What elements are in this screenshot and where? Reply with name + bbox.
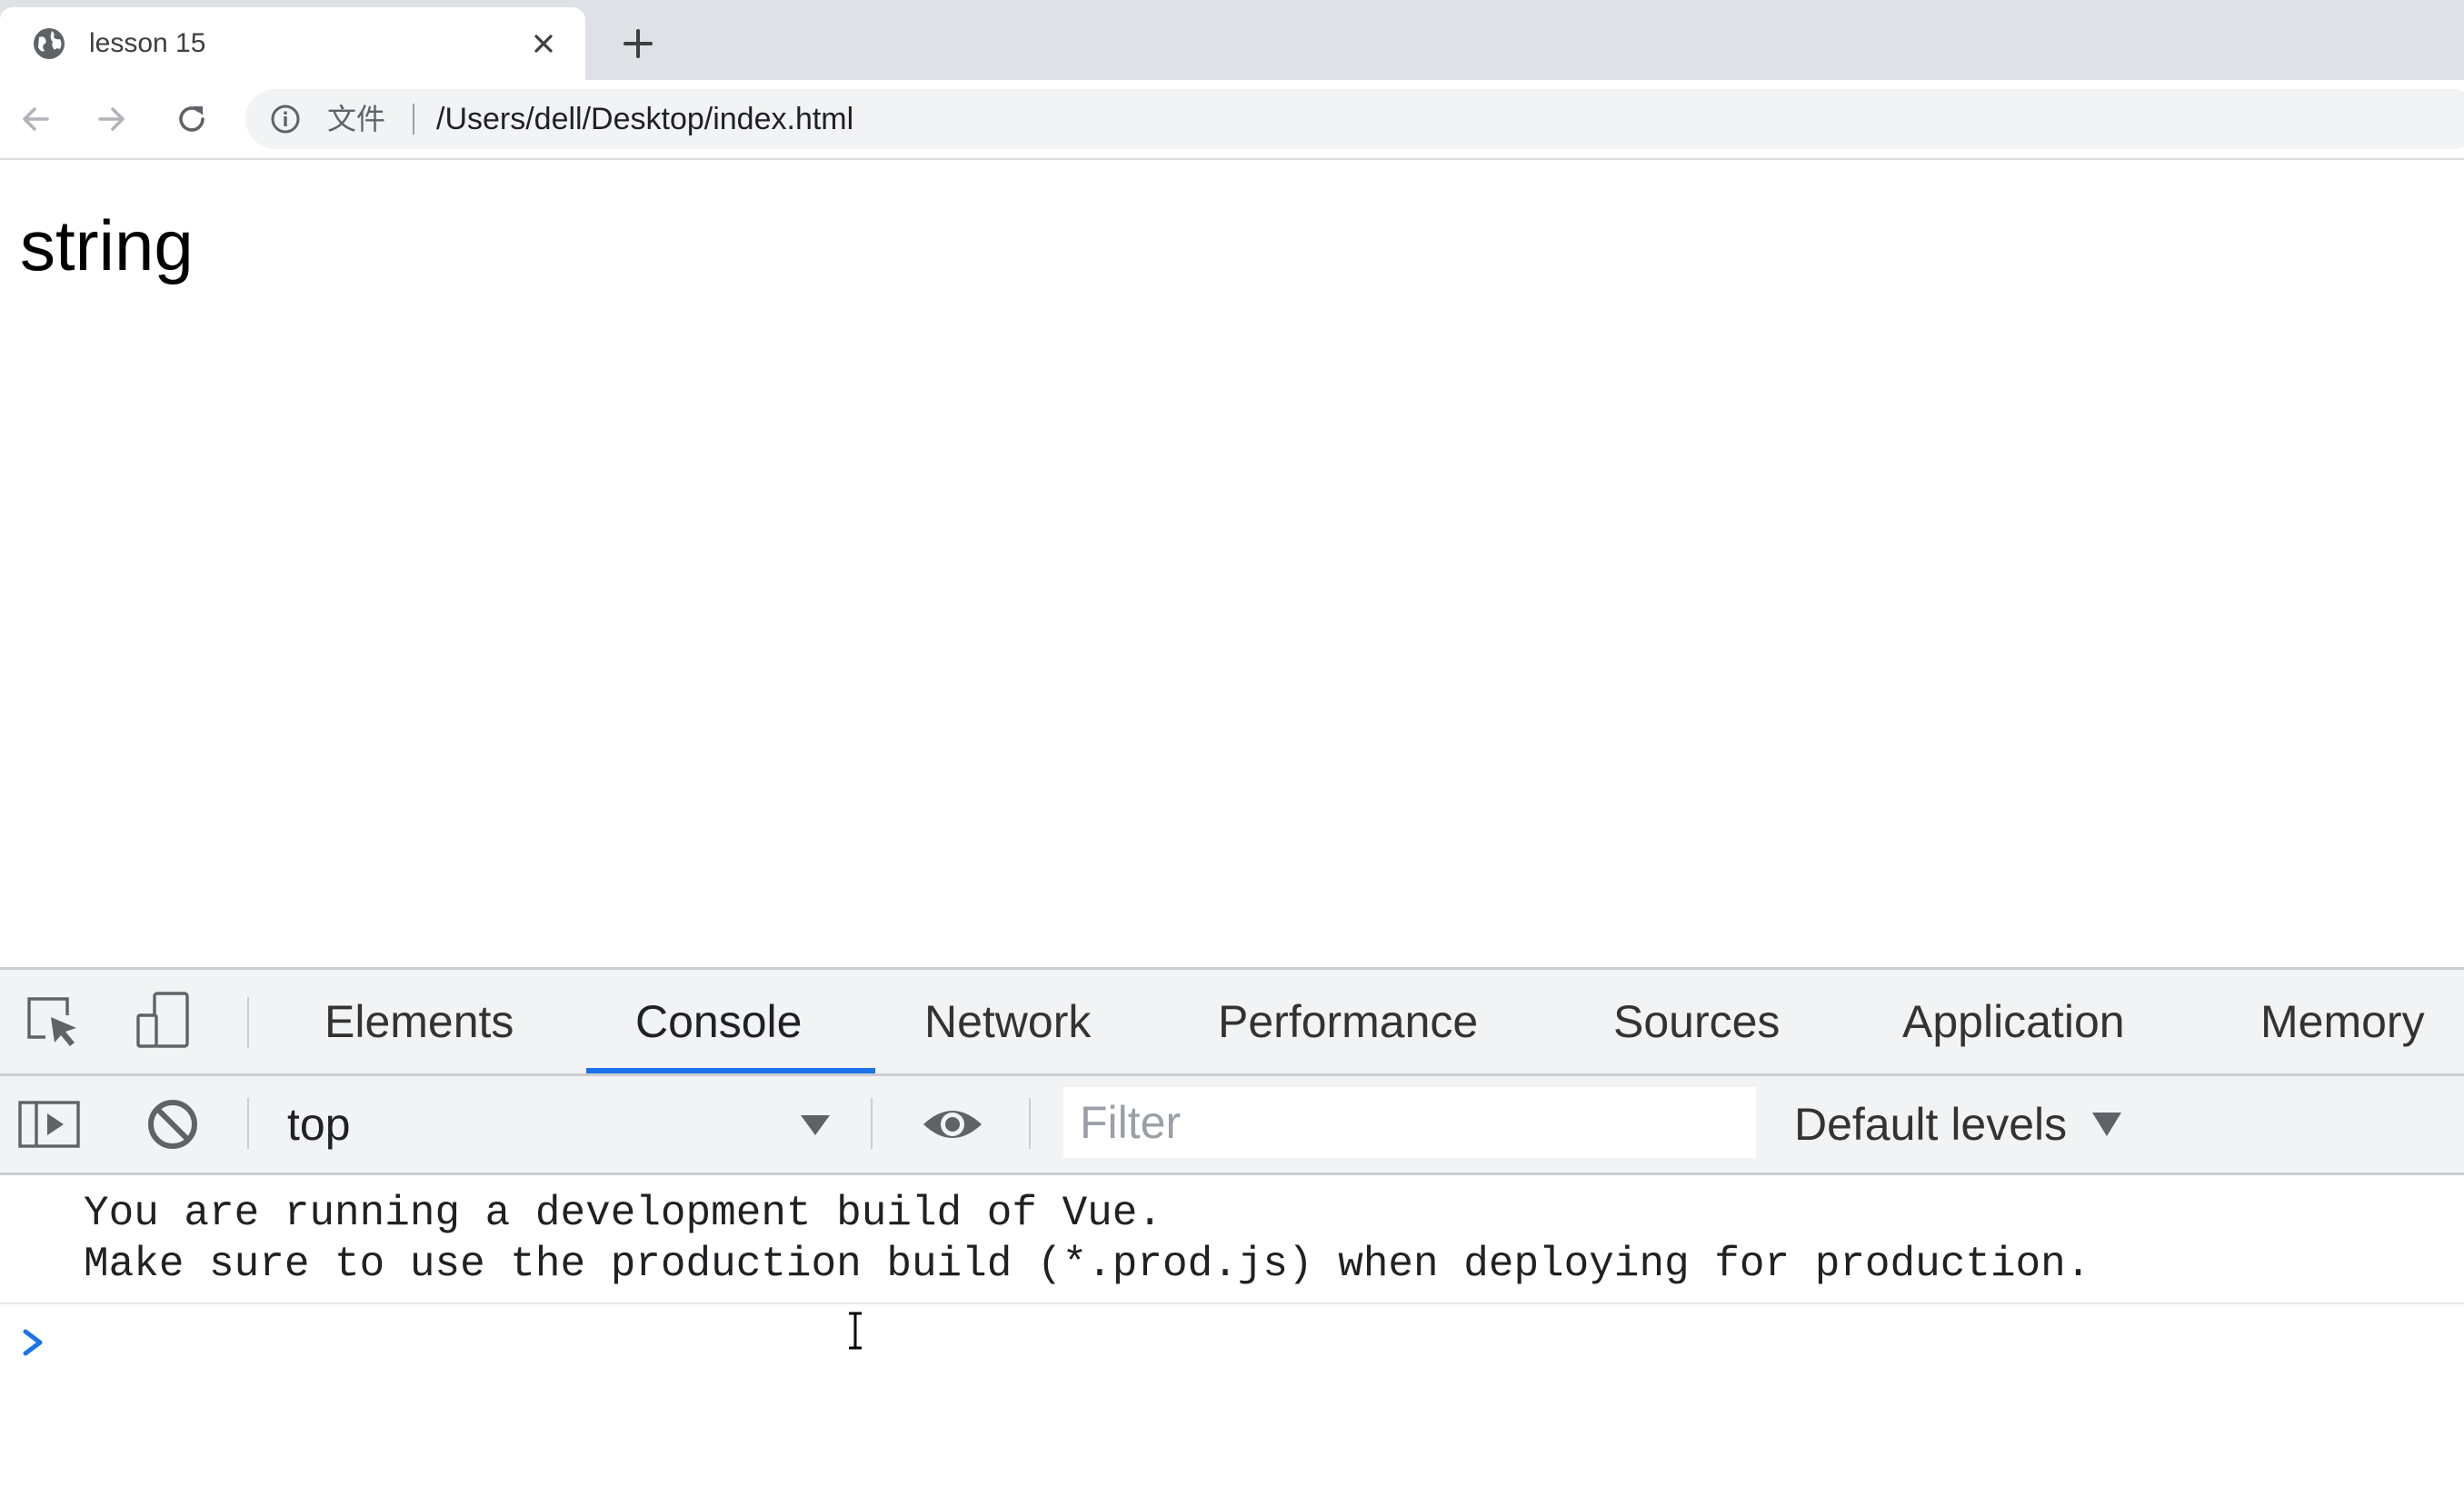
- tab-sources[interactable]: Sources: [1613, 970, 1780, 1073]
- console-message: You are running a development build of V…: [0, 1175, 2464, 1304]
- browser-toolbar: 文件 /Users/dell/Desktop/index.html: [0, 80, 2464, 160]
- chevron-down-icon: [801, 1115, 830, 1135]
- active-tab-indicator: [586, 1068, 875, 1073]
- console-message-line-2: Make sure to use the production build (*…: [84, 1241, 2091, 1288]
- close-icon[interactable]: [527, 27, 560, 60]
- tab-console[interactable]: Console: [635, 970, 802, 1073]
- context-selector[interactable]: top: [264, 1089, 845, 1160]
- back-arrow-icon[interactable]: [15, 98, 56, 140]
- tab-title: lesson 15: [89, 28, 206, 58]
- console-message-line-1: You are running a development build of V…: [84, 1190, 1162, 1237]
- reload-icon[interactable]: [171, 98, 213, 140]
- globe-icon: [34, 28, 65, 59]
- inspect-element-icon[interactable]: [20, 990, 85, 1055]
- console-output: You are running a development build of V…: [0, 1175, 2464, 1507]
- page-content-text: string: [20, 205, 194, 285]
- levels-label: Default levels: [1794, 1099, 2068, 1150]
- log-levels-dropdown[interactable]: Default levels: [1794, 1089, 2122, 1160]
- filterbar-separator-3: [1029, 1098, 1031, 1149]
- clear-console-icon[interactable]: [140, 1092, 205, 1157]
- address-bar[interactable]: 文件 /Users/dell/Desktop/index.html: [245, 89, 2464, 149]
- info-icon[interactable]: [269, 103, 302, 135]
- tab-strip: lesson 15: [0, 0, 2464, 80]
- filterbar-separator-1: [247, 1098, 249, 1149]
- show-sidebar-icon[interactable]: [16, 1092, 82, 1157]
- device-toolbar-icon[interactable]: [133, 988, 198, 1053]
- url-text[interactable]: /Users/dell/Desktop/index.html: [436, 89, 853, 149]
- context-value: top: [287, 1099, 351, 1150]
- filter-input[interactable]: [1063, 1087, 1756, 1158]
- forward-arrow-icon[interactable]: [91, 98, 133, 140]
- console-input[interactable]: [73, 1308, 2436, 1377]
- filterbar-separator-2: [871, 1098, 873, 1149]
- console-toolbar: top Default levels: [0, 1076, 2464, 1175]
- tab-performance[interactable]: Performance: [1218, 970, 1478, 1073]
- chevron-down-icon: [2091, 1113, 2121, 1136]
- text-cursor-icon: [849, 1312, 862, 1350]
- tab-network[interactable]: Network: [924, 970, 1091, 1073]
- chevron-right-icon: [23, 1329, 43, 1356]
- browser-window: lesson 15 文件 /Users/dell/Desktop/index.h…: [0, 0, 2464, 1507]
- devtools-tab-bar: Elements Console Network Performance Sou…: [0, 970, 2464, 1076]
- tabbar-separator: [247, 997, 249, 1048]
- tab-elements[interactable]: Elements: [324, 970, 514, 1073]
- tab-memory[interactable]: Memory: [2260, 970, 2425, 1073]
- address-separator: [413, 104, 414, 135]
- file-scheme-label: 文件: [327, 103, 386, 135]
- live-expression-icon[interactable]: [920, 1092, 985, 1157]
- browser-tab[interactable]: lesson 15: [0, 7, 585, 80]
- devtools-panel: Elements Console Network Performance Sou…: [0, 967, 2464, 1507]
- tab-application[interactable]: Application: [1902, 970, 2125, 1073]
- new-tab-button[interactable]: [618, 24, 658, 64]
